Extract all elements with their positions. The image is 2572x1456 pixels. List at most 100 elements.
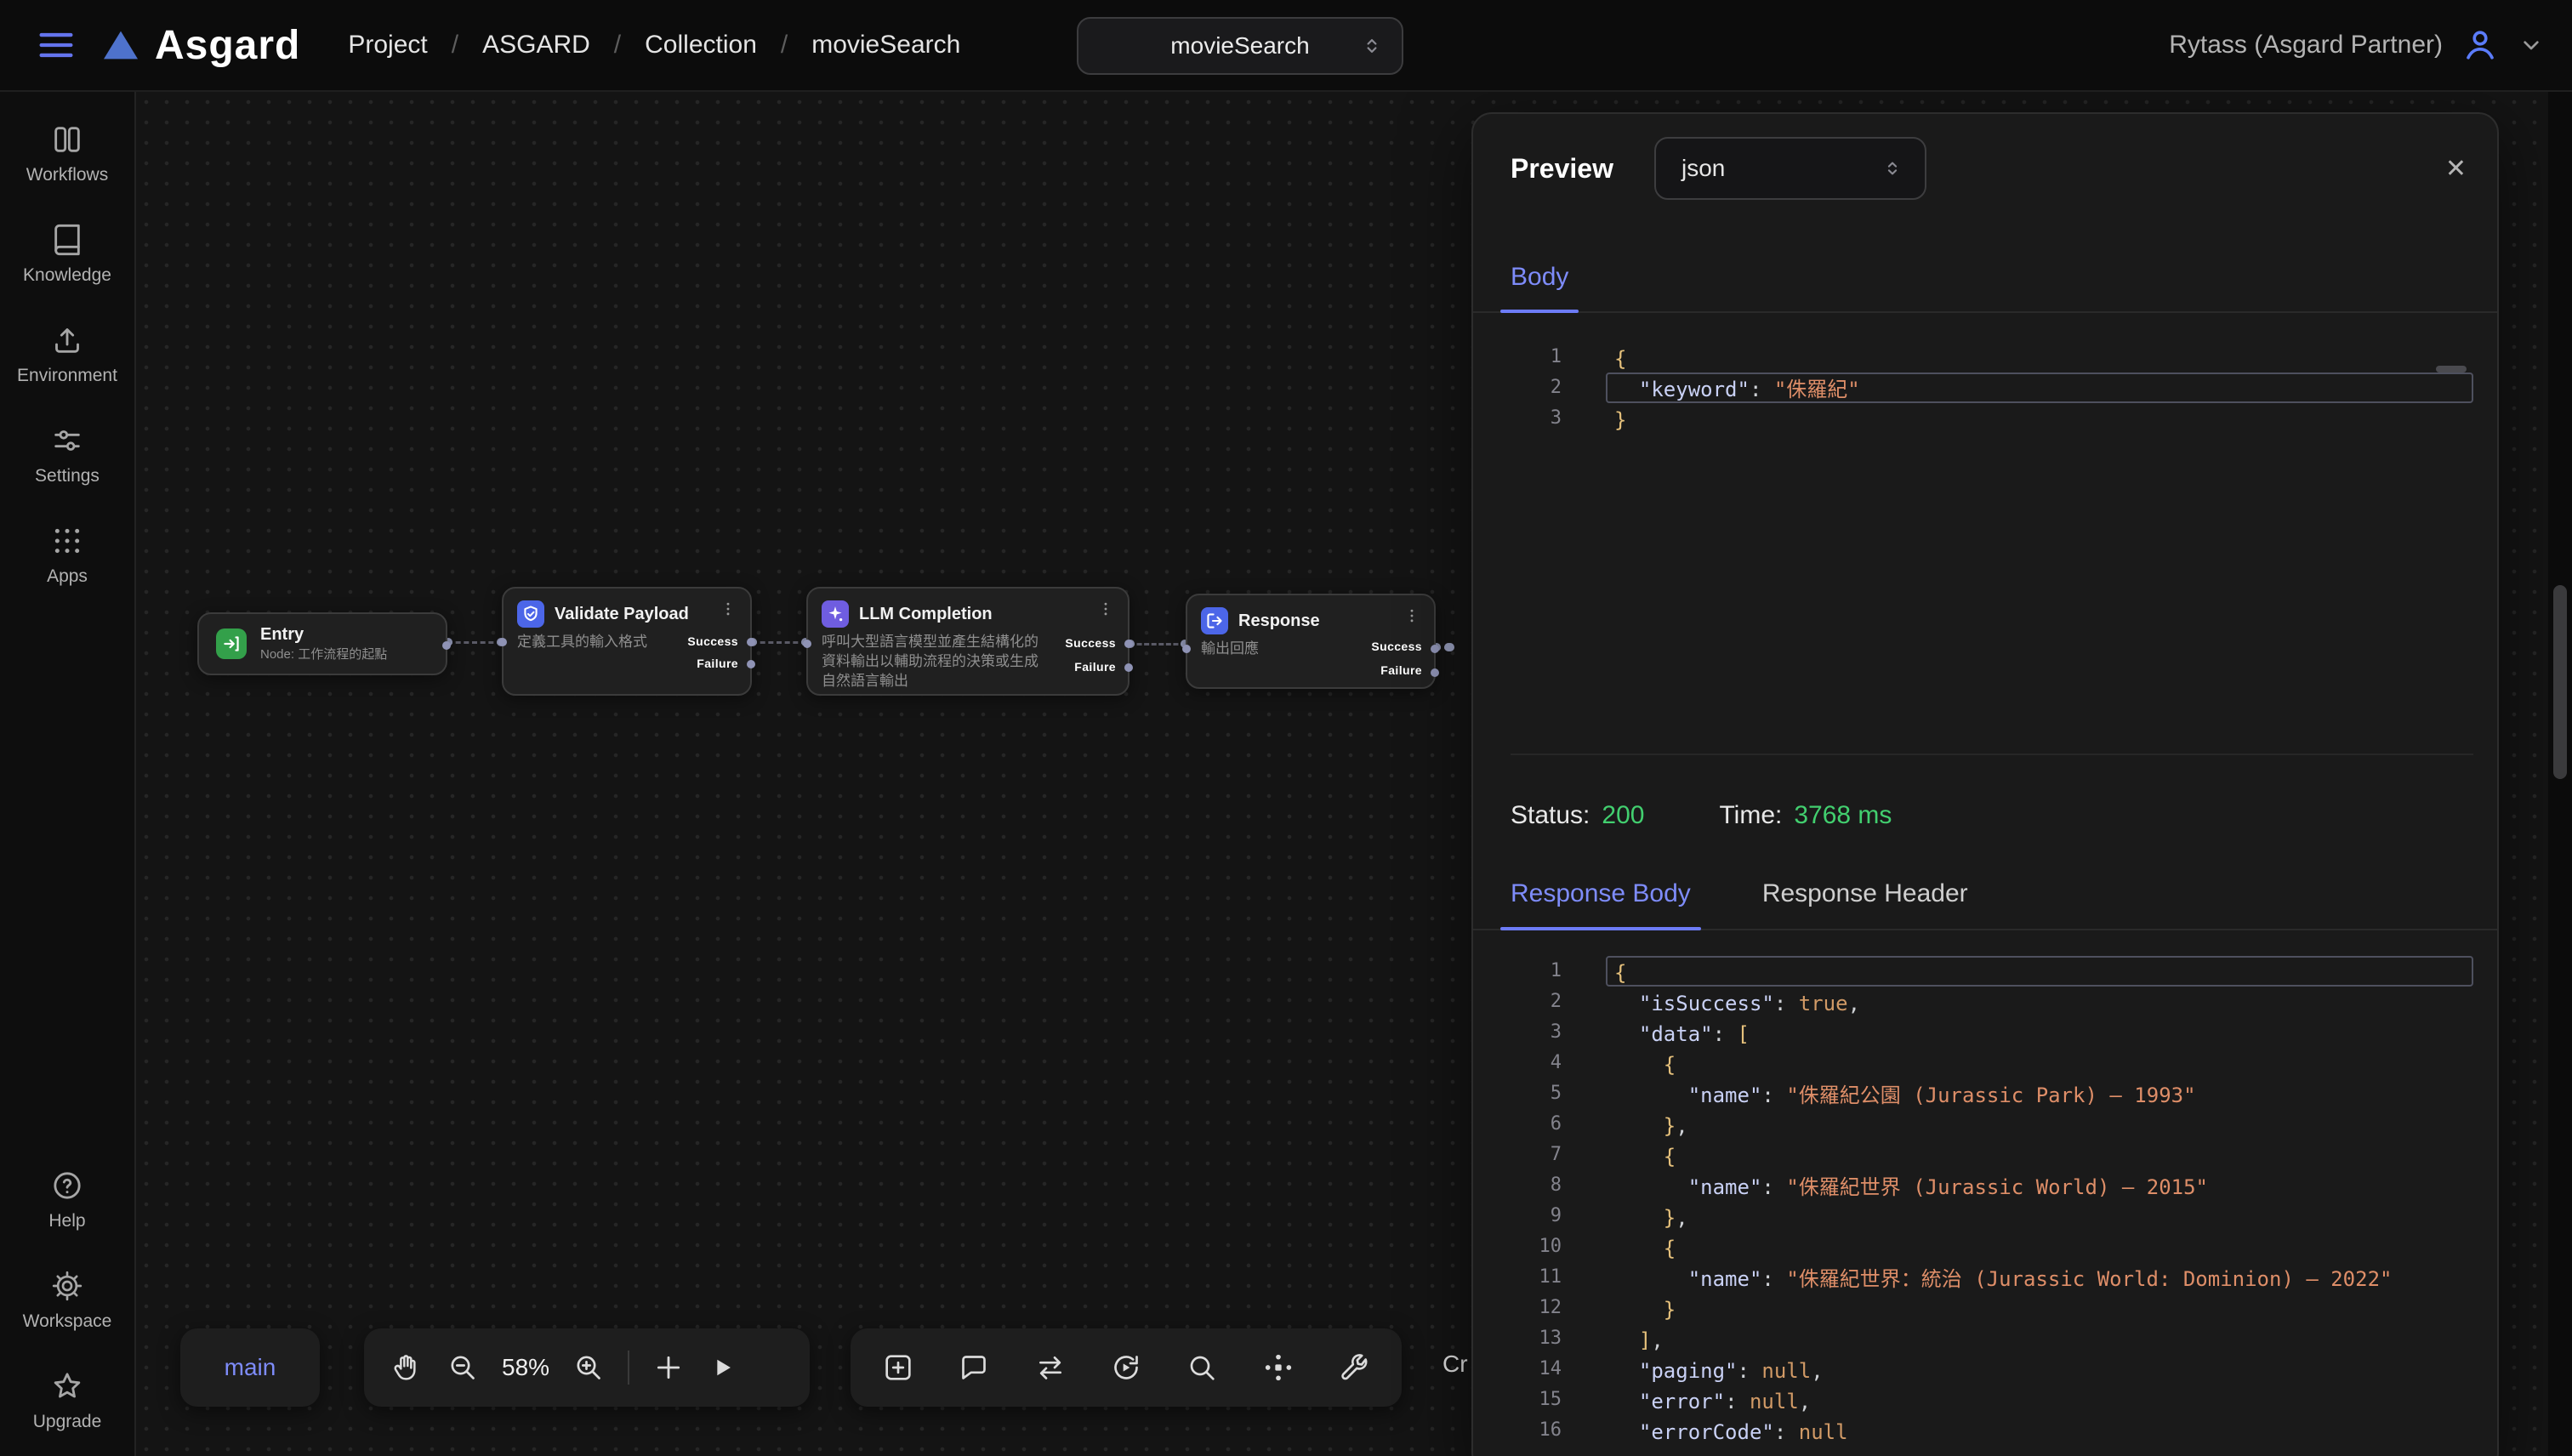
run-play-icon[interactable] — [708, 1353, 737, 1382]
code-line[interactable]: 8 "name": "侏羅紀世界 (Jurassic World) — 2015… — [1511, 1170, 2473, 1201]
breadcrumb-project[interactable]: Project — [348, 31, 427, 60]
code-line[interactable]: 11 "name": "侏羅紀世界：統治 (Jurassic World: Do… — [1511, 1262, 2473, 1293]
sidebar-item-environment[interactable]: Environment — [0, 323, 134, 386]
port-dot[interactable] — [1431, 645, 1439, 653]
response-body-editor[interactable]: 1{2 "isSuccess": true,3 "data": [4 {5 "n… — [1511, 956, 2473, 1456]
sidebar-item-label: Upgrade — [33, 1412, 102, 1432]
code-line[interactable]: 9 }, — [1511, 1201, 2473, 1231]
code-text[interactable]: ], — [1606, 1323, 2473, 1354]
port-dot[interactable] — [498, 638, 507, 646]
code-text[interactable]: { — [1606, 1231, 2473, 1262]
code-line[interactable]: 3} — [1511, 403, 2473, 434]
code-line[interactable]: 6 }, — [1511, 1109, 2473, 1140]
code-line[interactable]: 3 "data": [ — [1511, 1017, 2473, 1048]
code-text[interactable]: "error": null, — [1606, 1385, 2473, 1415]
line-number: 4 — [1511, 1048, 1562, 1078]
code-text[interactable]: "keyword": "侏羅紀" — [1606, 373, 2473, 403]
add-node-icon[interactable] — [881, 1351, 915, 1385]
port-dot[interactable] — [747, 660, 755, 668]
kebab-menu-icon[interactable] — [720, 600, 737, 617]
code-text[interactable]: "isSuccess": true, — [1606, 987, 2473, 1017]
code-text[interactable]: { — [1606, 956, 2473, 987]
port-dot[interactable] — [803, 640, 811, 648]
code-line[interactable]: 14 "paging": null, — [1511, 1354, 2473, 1385]
tab-response-body[interactable]: Response Body — [1511, 859, 1691, 929]
zoom-out-icon[interactable] — [446, 1351, 480, 1385]
code-text[interactable]: }, — [1606, 1201, 2473, 1231]
code-line[interactable]: 13 ], — [1511, 1323, 2473, 1354]
breadcrumb-moviesearch[interactable]: movieSearch — [811, 31, 960, 60]
sidebar-item-help[interactable]: Help — [0, 1169, 134, 1231]
code-line[interactable]: 2 "keyword": "侏羅紀" — [1511, 373, 2473, 403]
wrench-icon[interactable] — [1337, 1351, 1371, 1385]
sidebar-item-apps[interactable]: Apps — [0, 524, 134, 587]
port-dot[interactable] — [1124, 640, 1133, 648]
code-line[interactable]: 2 "isSuccess": true, — [1511, 987, 2473, 1017]
port-dot[interactable] — [747, 638, 755, 646]
kebab-menu-icon[interactable] — [1403, 607, 1420, 624]
code-text[interactable]: "data": [ — [1606, 1017, 2473, 1048]
breadcrumb-collection[interactable]: Collection — [645, 31, 757, 60]
code-line[interactable]: 15 "error": null, — [1511, 1385, 2473, 1415]
format-select-dropdown[interactable]: json — [1654, 137, 1926, 200]
code-line[interactable]: 5 "name": "侏羅紀公園 (Jurassic Park) — 1993" — [1511, 1078, 2473, 1109]
node-entry[interactable]: Entry Node: 工作流程的起點 — [197, 612, 447, 675]
code-text[interactable]: } — [1606, 1293, 2473, 1323]
code-line[interactable]: 7 { — [1511, 1140, 2473, 1170]
code-text[interactable]: "name": "侏羅紀世界：統治 (Jurassic World: Domin… — [1606, 1262, 2473, 1293]
node-llm-completion[interactable]: LLM Completion 呼叫大型語言模型並產生結構化的資料輸出以輔助流程的… — [806, 587, 1130, 696]
code-text[interactable]: "name": "侏羅紀公園 (Jurassic Park) — 1993" — [1606, 1078, 2473, 1109]
request-tabbar: Body — [1473, 243, 2497, 313]
code-text[interactable]: "errorCode": null — [1606, 1415, 2473, 1446]
tab-response-header[interactable]: Response Header — [1762, 859, 1968, 929]
rerun-icon[interactable] — [1109, 1351, 1143, 1385]
code-text[interactable]: "paging": null, — [1606, 1354, 2473, 1385]
auto-layout-icon[interactable] — [1261, 1351, 1295, 1385]
port-dot[interactable] — [1431, 668, 1439, 677]
sidebar-item-workspace[interactable]: Workspace — [0, 1269, 134, 1332]
code-line[interactable]: 10 { — [1511, 1231, 2473, 1262]
add-icon[interactable] — [652, 1351, 686, 1385]
code-line[interactable]: 12 } — [1511, 1293, 2473, 1323]
zoom-in-icon[interactable] — [572, 1351, 606, 1385]
node-validate-payload[interactable]: Validate Payload 定義工具的輸入格式 Success Failu… — [502, 587, 752, 696]
code-text[interactable]: { — [1606, 1048, 2473, 1078]
code-text[interactable]: "name": "侏羅紀世界 (Jurassic World) — 2015" — [1606, 1170, 2473, 1201]
sidebar-item-settings[interactable]: Settings — [0, 424, 134, 486]
breadcrumb-asgard[interactable]: ASGARD — [482, 31, 590, 60]
tab-body[interactable]: Body — [1511, 243, 1568, 311]
sidebar-item-upgrade[interactable]: Upgrade — [0, 1369, 134, 1432]
comment-icon[interactable] — [957, 1351, 991, 1385]
code-line[interactable]: 16 "errorCode": null — [1511, 1415, 2473, 1446]
sidebar-item-knowledge[interactable]: Knowledge — [0, 223, 134, 286]
node-response[interactable]: Response 輸出回應 Success Failure — [1186, 594, 1436, 689]
code-text[interactable]: { — [1606, 342, 2473, 373]
close-icon[interactable]: ✕ — [2445, 154, 2467, 184]
swap-arrows-icon[interactable] — [1033, 1351, 1067, 1385]
sidebar-item-workflows[interactable]: Workflows — [0, 122, 134, 185]
code-line[interactable]: 1{ — [1511, 342, 2473, 373]
code-text[interactable]: }, — [1606, 1109, 2473, 1140]
edge-llm-response — [1130, 643, 1186, 646]
app-logo[interactable]: Asgard — [102, 22, 300, 69]
code-line[interactable]: 1{ — [1511, 956, 2473, 987]
code-text[interactable]: { — [1606, 1140, 2473, 1170]
port-dot[interactable] — [1182, 645, 1191, 653]
port-dot[interactable] — [1124, 663, 1133, 672]
kebab-menu-icon[interactable] — [1097, 600, 1114, 617]
branch-button[interactable]: main — [180, 1328, 320, 1407]
search-icon[interactable] — [1185, 1351, 1219, 1385]
editor-scroll-thumb[interactable] — [2436, 366, 2467, 373]
hamburger-menu-icon[interactable] — [27, 16, 85, 74]
user-avatar-icon[interactable] — [2460, 25, 2501, 65]
line-number: 2 — [1511, 373, 1562, 403]
workflow-select-dropdown[interactable]: movieSearch — [1077, 17, 1403, 75]
page-scrollbar[interactable] — [2548, 92, 2572, 1456]
code-line[interactable]: 4 { — [1511, 1048, 2473, 1078]
port-dot[interactable] — [442, 641, 451, 650]
request-body-editor[interactable]: 1{2 "keyword": "侏羅紀"3} — [1511, 342, 2473, 755]
code-text[interactable]: } — [1606, 403, 2473, 434]
pan-hand-icon[interactable] — [390, 1351, 424, 1385]
chevron-down-icon[interactable] — [2518, 31, 2545, 59]
scrollbar-thumb[interactable] — [2553, 585, 2567, 779]
